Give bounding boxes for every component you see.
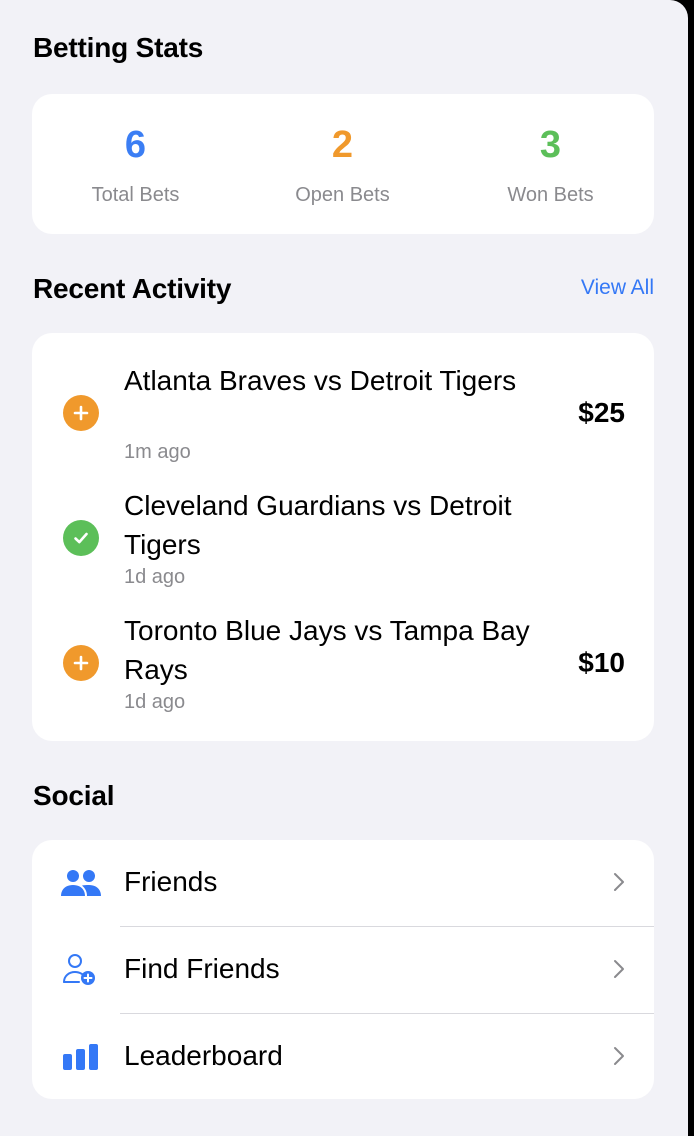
- betting-stats-title: Betting Stats: [33, 32, 204, 63]
- activity-amount: $10: [578, 647, 625, 678]
- bar-chart-icon: [60, 1040, 102, 1074]
- activity-item[interactable]: Cleveland Guardians vs Detroit Tigers 1d…: [32, 486, 654, 606]
- plus-circle-icon: [63, 395, 99, 431]
- people-icon: [60, 866, 102, 900]
- social-title: Social: [33, 780, 115, 811]
- activity-amount: $25: [578, 397, 625, 428]
- chevron-right-icon: [612, 957, 626, 986]
- activity-time: 1d ago: [124, 566, 186, 588]
- stat-won-value: 3: [539, 124, 562, 166]
- add-person-icon: [60, 953, 102, 987]
- chevron-right-icon: [612, 1044, 626, 1073]
- friends-row[interactable]: Friends: [32, 840, 654, 926]
- recent-activity-title: Recent Activity: [33, 273, 232, 304]
- stat-total-value: 6: [124, 124, 147, 166]
- chevron-right-icon: [612, 870, 626, 899]
- view-all-link[interactable]: View All: [581, 276, 654, 300]
- stat-open-label: Open Bets: [295, 184, 390, 206]
- activity-item[interactable]: Toronto Blue Jays vs Tampa Bay Rays 1d a…: [32, 611, 654, 731]
- betting-dashboard: Betting Stats 6 Total Bets 2 Open Bets 3…: [0, 0, 688, 1136]
- activity-time: 1d ago: [124, 691, 186, 713]
- friends-label: Friends: [124, 866, 218, 897]
- activity-title: Toronto Blue Jays vs Tampa Bay Rays: [124, 615, 530, 685]
- activity-time: 1m ago: [124, 441, 191, 463]
- activity-title: Atlanta Braves vs Detroit Tigers: [124, 365, 517, 396]
- stat-open-value: 2: [331, 124, 354, 166]
- stats-card: 6 Total Bets 2 Open Bets 3 Won Bets: [32, 94, 654, 234]
- find-friends-label: Find Friends: [124, 953, 280, 984]
- activity-title: Cleveland Guardians vs Detroit Tigers: [124, 490, 512, 560]
- leaderboard-row[interactable]: Leaderboard: [32, 1014, 654, 1100]
- social-card: Friends Find Friends Leaderboard: [32, 840, 654, 1099]
- checkmark-circle-icon: [63, 520, 99, 556]
- leaderboard-label: Leaderboard: [124, 1040, 283, 1071]
- plus-circle-icon: [63, 645, 99, 681]
- activity-item[interactable]: Atlanta Braves vs Detroit Tigers 1m ago …: [32, 361, 654, 481]
- find-friends-row[interactable]: Find Friends: [32, 927, 654, 1013]
- stat-total-label: Total Bets: [91, 184, 180, 206]
- stat-won-label: Won Bets: [507, 184, 594, 206]
- activity-card: Atlanta Braves vs Detroit Tigers 1m ago …: [32, 333, 654, 741]
